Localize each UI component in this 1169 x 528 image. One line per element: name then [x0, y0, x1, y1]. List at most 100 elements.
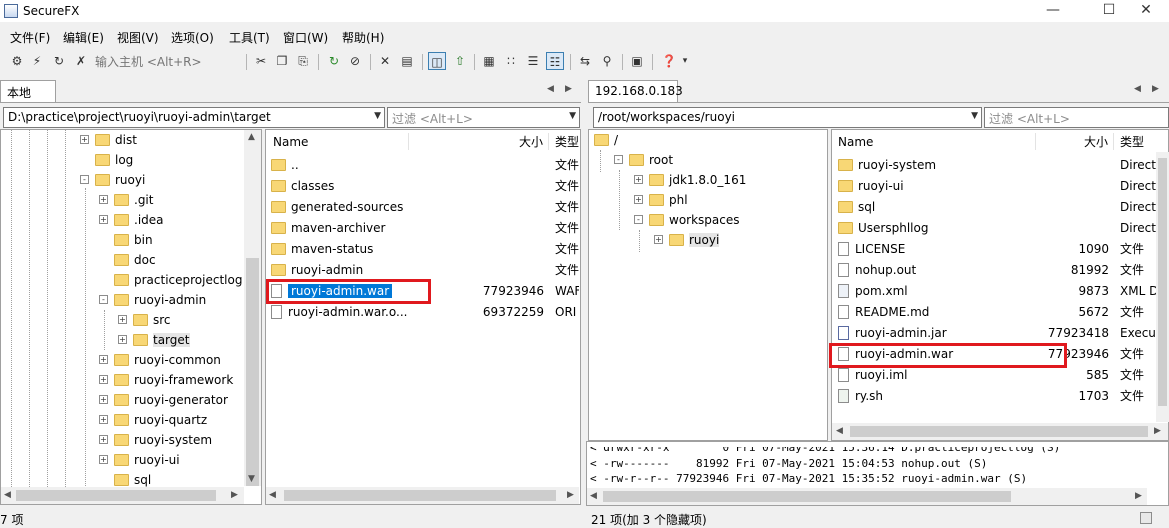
column-header-name[interactable]: Name — [273, 131, 308, 153]
column-header-type[interactable]: 类型 — [555, 131, 579, 153]
tree-item[interactable]: log — [80, 150, 133, 170]
expand-icon[interactable]: + — [634, 175, 643, 184]
file-row[interactable]: ruoyi-admin — [271, 260, 363, 281]
sync-icon[interactable]: ⇆ — [576, 52, 594, 70]
local-filter-field[interactable]: 过滤 <Alt+L> ▼ — [387, 107, 580, 128]
scrollbar-thumb[interactable] — [1158, 158, 1167, 406]
menu-view[interactable]: 视图(V) — [117, 29, 159, 46]
column-header-type[interactable]: 类型 — [1120, 131, 1144, 153]
disconnect-icon[interactable]: ✗ — [72, 52, 90, 70]
menu-tools[interactable]: 工具(T) — [229, 29, 270, 46]
expand-icon[interactable]: + — [99, 395, 108, 404]
remote-list-hscrollbar[interactable]: ◀ ▶ — [832, 423, 1168, 440]
file-row[interactable]: .. — [271, 155, 299, 176]
log-hscrollbar[interactable]: ◀ ▶ — [587, 488, 1147, 505]
local-tree-hscrollbar[interactable]: ◀ ▶ — [1, 487, 244, 504]
remote-filter-field[interactable]: 过滤 <Alt+L> — [984, 107, 1169, 128]
tree-view-icon[interactable]: ◫ — [428, 52, 446, 70]
expand-icon[interactable]: + — [99, 375, 108, 384]
list-view-icon[interactable]: ☰ — [524, 52, 542, 70]
chevron-down-icon[interactable]: ▼ — [374, 111, 381, 121]
chevron-down-icon[interactable]: ▼ — [971, 111, 978, 121]
tree-item[interactable]: - workspaces — [634, 210, 740, 230]
tree-item[interactable]: practiceprojectlog — [99, 270, 242, 290]
tree-item[interactable]: - root — [614, 150, 673, 170]
tree-item[interactable]: + ruoyi-quartz — [99, 410, 207, 430]
tree-item[interactable]: bin — [99, 230, 153, 250]
tree-item[interactable]: + src — [118, 310, 171, 330]
file-row[interactable]: LICENSE — [838, 239, 905, 260]
paste-icon[interactable]: ⎘ — [294, 52, 312, 70]
stop-icon[interactable]: ⊘ — [346, 52, 364, 70]
tree-item[interactable]: + dist — [80, 130, 137, 150]
scroll-left-icon[interactable]: ◀ — [4, 490, 11, 500]
file-row[interactable]: ruoyi-admin.jar — [838, 323, 947, 344]
expand-icon[interactable]: + — [634, 195, 643, 204]
tree-item[interactable]: - ruoyi-admin — [99, 290, 206, 310]
column-header-size[interactable]: 大小 — [519, 131, 543, 153]
tree-item[interactable]: + phl — [634, 190, 688, 210]
file-row[interactable]: maven-status — [271, 239, 373, 260]
scroll-right-icon[interactable]: ▶ — [231, 490, 238, 500]
up-folder-icon[interactable]: ⇧ — [451, 52, 469, 70]
small-icons-view-icon[interactable]: ∷ — [502, 52, 520, 70]
tree-item[interactable]: + jdk1.8.0_161 — [634, 170, 746, 190]
remote-path-field[interactable]: /root/workspaces/ruoyi ▼ — [593, 107, 982, 128]
scroll-left-icon[interactable]: ◀ — [590, 491, 597, 501]
file-row[interactable]: Usersphllog — [838, 218, 928, 239]
file-row[interactable]: sql — [838, 197, 875, 218]
expand-icon[interactable]: + — [118, 315, 127, 324]
remote-list-vscrollbar[interactable] — [1156, 152, 1169, 422]
file-row[interactable]: pom.xml — [838, 281, 908, 302]
close-button[interactable]: ✕ — [1123, 0, 1169, 22]
transfer-queue-icon[interactable]: ▣ — [628, 52, 646, 70]
file-row[interactable]: maven-archiver — [271, 218, 385, 239]
minimize-button[interactable]: — — [1030, 0, 1076, 22]
local-tree-vscrollbar[interactable]: ▲ ▼ — [244, 130, 261, 486]
menu-edit[interactable]: 编辑(E) — [63, 29, 104, 46]
expand-icon[interactable]: + — [654, 235, 663, 244]
expand-icon[interactable]: + — [99, 355, 108, 364]
column-header-name[interactable]: Name — [838, 131, 873, 153]
quick-connect-icon[interactable]: ⚡ — [28, 52, 46, 70]
collapse-icon[interactable]: - — [634, 215, 643, 224]
collapse-icon[interactable]: - — [99, 295, 108, 304]
scrollbar-thumb[interactable] — [284, 490, 556, 501]
scrollbar-thumb[interactable] — [16, 490, 216, 501]
tree-item[interactable]: + ruoyi-system — [99, 430, 212, 450]
chevron-down-icon[interactable]: ▼ — [569, 111, 576, 121]
tree-item[interactable]: - ruoyi — [80, 170, 145, 190]
properties-icon[interactable]: ▤ — [398, 52, 416, 70]
tree-item[interactable]: + ruoyi-generator — [99, 390, 228, 410]
tree-item[interactable]: + ruoyi-ui — [99, 450, 180, 470]
tab-local[interactable]: 本地 — [0, 80, 56, 102]
file-row[interactable]: ry.sh — [838, 386, 883, 407]
scroll-right-icon[interactable]: ▶ — [1154, 426, 1161, 436]
file-row[interactable]: ruoyi-system — [838, 155, 936, 176]
scrollbar-thumb[interactable] — [603, 491, 1011, 502]
resize-grip-icon[interactable] — [1140, 512, 1152, 524]
expand-icon[interactable]: + — [99, 215, 108, 224]
tree-item[interactable]: + .idea — [99, 210, 164, 230]
tree-item[interactable]: + ruoyi-common — [99, 350, 221, 370]
tree-item[interactable]: + target — [118, 330, 190, 350]
reconnect-icon[interactable]: ↻ — [50, 52, 68, 70]
expand-icon[interactable]: + — [99, 435, 108, 444]
file-row[interactable]: ruoyi-admin.war.o... — [271, 302, 407, 323]
scroll-up-icon[interactable]: ▲ — [248, 132, 255, 142]
file-row[interactable]: ruoyi.iml — [838, 365, 908, 386]
copy-icon[interactable]: ❐ — [273, 52, 291, 70]
host-input[interactable] — [95, 52, 240, 71]
tree-item[interactable]: doc — [99, 250, 156, 270]
toolbar-overflow-icon[interactable]: ▾ — [680, 52, 690, 70]
tree-item[interactable]: + .git — [99, 190, 153, 210]
local-list-hscrollbar[interactable]: ◀ ▶ — [266, 487, 579, 504]
scroll-left-icon[interactable]: ◀ — [269, 490, 276, 500]
tree-item[interactable]: + ruoyi-framework — [99, 370, 233, 390]
menu-window[interactable]: 窗口(W) — [283, 29, 328, 46]
tree-item[interactable]: + ruoyi — [654, 230, 720, 250]
scroll-right-icon[interactable]: ▶ — [567, 490, 574, 500]
collapse-icon[interactable]: - — [80, 175, 89, 184]
column-header-size[interactable]: 大小 — [1084, 131, 1108, 153]
file-row[interactable]: README.md — [838, 302, 929, 323]
